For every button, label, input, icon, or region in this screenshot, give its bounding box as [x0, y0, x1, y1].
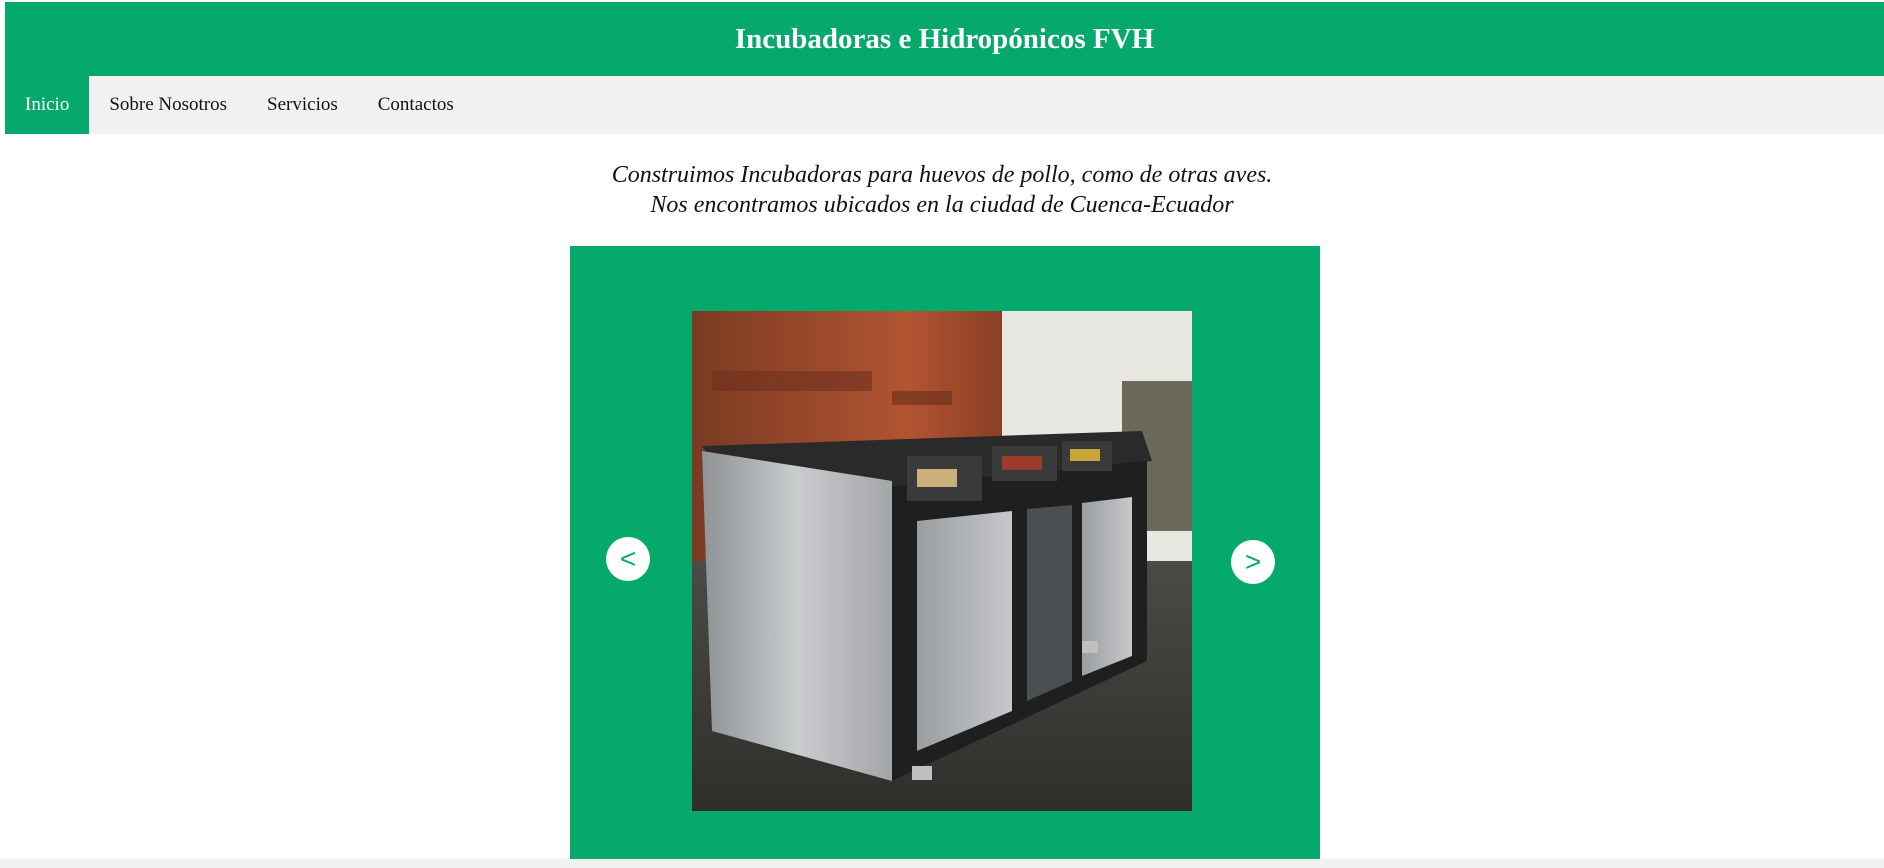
intro-line-1: Construimos Incubadoras para huevos de p…	[611, 162, 1273, 188]
chevron-right-icon: >	[1244, 546, 1262, 577]
main-nav: Inicio Sobre Nosotros Servicios Contacto…	[5, 76, 1884, 134]
nav-item-label: Inicio	[25, 94, 70, 115]
nav-item-label: Contactos	[377, 94, 454, 115]
site-header: Incubadoras e Hidropónicos FVH	[5, 2, 1884, 76]
nav-item-contactos[interactable]: Contactos	[358, 76, 474, 134]
intro-text: Construimos Incubadoras para huevos de p…	[0, 160, 1884, 220]
slider-next-button[interactable]: >	[1231, 540, 1275, 584]
nav-item-label: Sobre Nosotros	[109, 94, 228, 115]
page-bottom-strip	[0, 859, 1884, 868]
intro-line-2: Nos encontramos ubicados en la ciudad de…	[650, 192, 1234, 218]
nav-item-inicio[interactable]: Inicio	[5, 76, 90, 134]
nav-item-label: Servicios	[267, 94, 338, 115]
image-slider: < >	[570, 246, 1320, 860]
nav-item-servicios[interactable]: Servicios	[247, 76, 358, 134]
incubator-photo	[692, 311, 1192, 811]
chevron-left-icon: <	[619, 543, 637, 574]
site-title: Incubadoras e Hidropónicos FVH	[734, 22, 1155, 55]
nav-item-sobre-nosotros[interactable]: Sobre Nosotros	[89, 76, 247, 134]
page: Incubadoras e Hidropónicos FVH Inicio So…	[0, 0, 1884, 868]
slider-prev-button[interactable]: <	[606, 537, 650, 581]
